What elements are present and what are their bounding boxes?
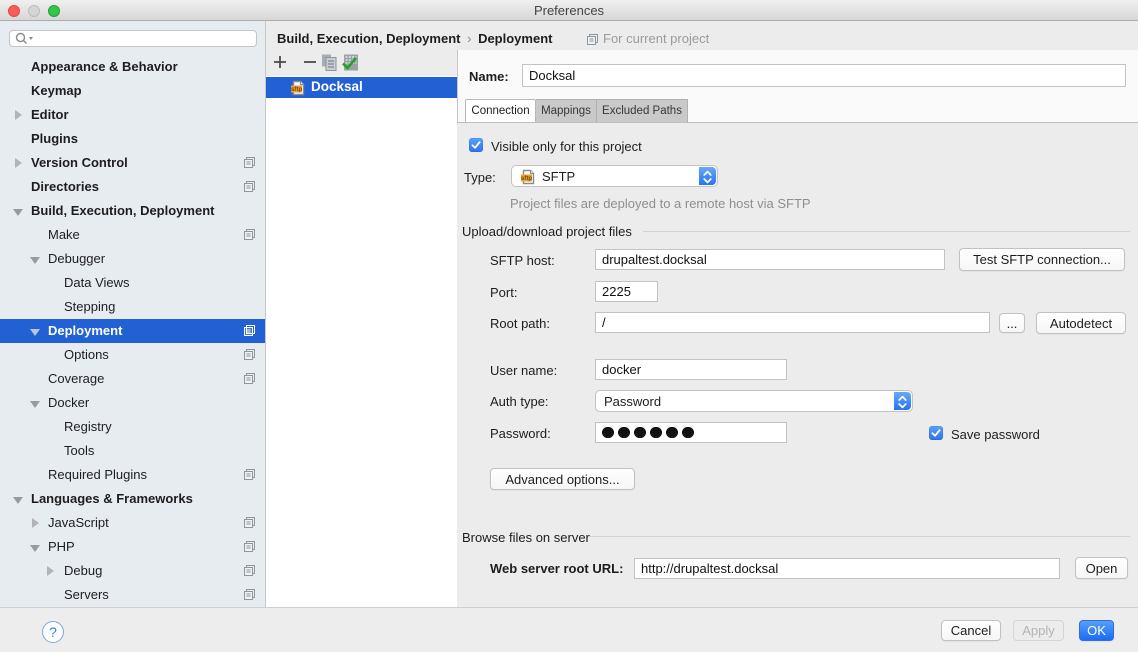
svg-text:sftp: sftp: [521, 175, 533, 182]
svg-text:sftp: sftp: [291, 86, 303, 93]
